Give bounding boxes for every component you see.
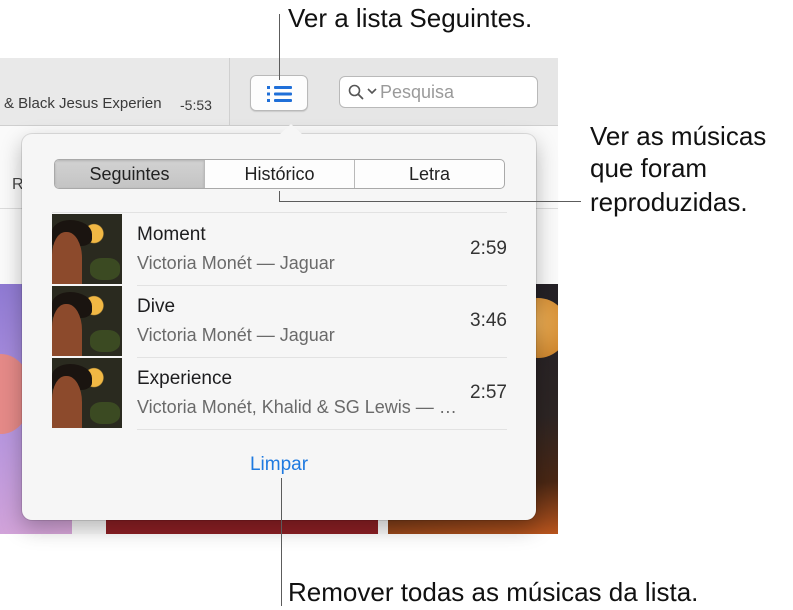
song-title: Dive xyxy=(137,296,176,317)
remaining-time: -5:53 xyxy=(180,97,212,113)
search-field[interactable] xyxy=(339,76,538,108)
callout-up-next: Ver a lista Seguintes. xyxy=(288,3,533,33)
chevron-down-icon[interactable] xyxy=(367,88,377,95)
song-title: Experience xyxy=(137,368,233,389)
popover-tabs: Seguintes Histórico Letra xyxy=(54,159,505,189)
song-row[interactable]: Dive Victoria Monét — Jaguar 3:46 xyxy=(22,285,536,356)
callout-clear: Remover todas as músicas da lista. xyxy=(288,577,699,607)
song-duration: 2:57 xyxy=(470,382,507,403)
song-artist-album: Victoria Monét — Jaguar xyxy=(137,253,335,273)
now-playing-track: & Black Jesus Experien xyxy=(4,95,162,112)
song-row[interactable]: Moment Victoria Monét — Jaguar 2:59 xyxy=(22,213,536,284)
numbered-list-icon xyxy=(267,86,292,102)
callout-leader-line xyxy=(279,14,280,80)
callout-history-line-2: que foram xyxy=(590,153,708,183)
callout-history-line-3: reproduzidas. xyxy=(590,187,748,217)
tab-lyrics[interactable]: Letra xyxy=(354,160,504,188)
magnifier-icon xyxy=(348,84,364,100)
clear-button[interactable]: Limpar xyxy=(247,454,311,476)
up-next-button[interactable] xyxy=(250,75,308,111)
album-artwork xyxy=(52,286,122,356)
song-title: Moment xyxy=(137,224,206,245)
song-artist-album: Victoria Monét, Khalid & SG Lewis — Jagu… xyxy=(137,397,457,417)
song-duration: 2:59 xyxy=(470,238,507,259)
album-artwork xyxy=(52,214,122,284)
divider xyxy=(137,429,507,430)
now-playing-display[interactable]: & Black Jesus Experien -5:53 xyxy=(0,58,230,125)
tab-up-next[interactable]: Seguintes xyxy=(55,160,204,188)
callout-leader-line xyxy=(281,478,282,606)
callout-history-line-1: Ver as músicas xyxy=(590,121,767,151)
song-artist-album: Victoria Monét — Jaguar xyxy=(137,325,335,345)
tab-history[interactable]: Histórico xyxy=(204,160,354,188)
search-input[interactable] xyxy=(380,81,530,103)
popover-caret xyxy=(280,124,302,134)
song-duration: 3:46 xyxy=(470,310,507,331)
callout-leader-line xyxy=(279,201,581,202)
song-row[interactable]: Experience Victoria Monét, Khalid & SG L… xyxy=(22,357,536,428)
album-artwork xyxy=(52,358,122,428)
